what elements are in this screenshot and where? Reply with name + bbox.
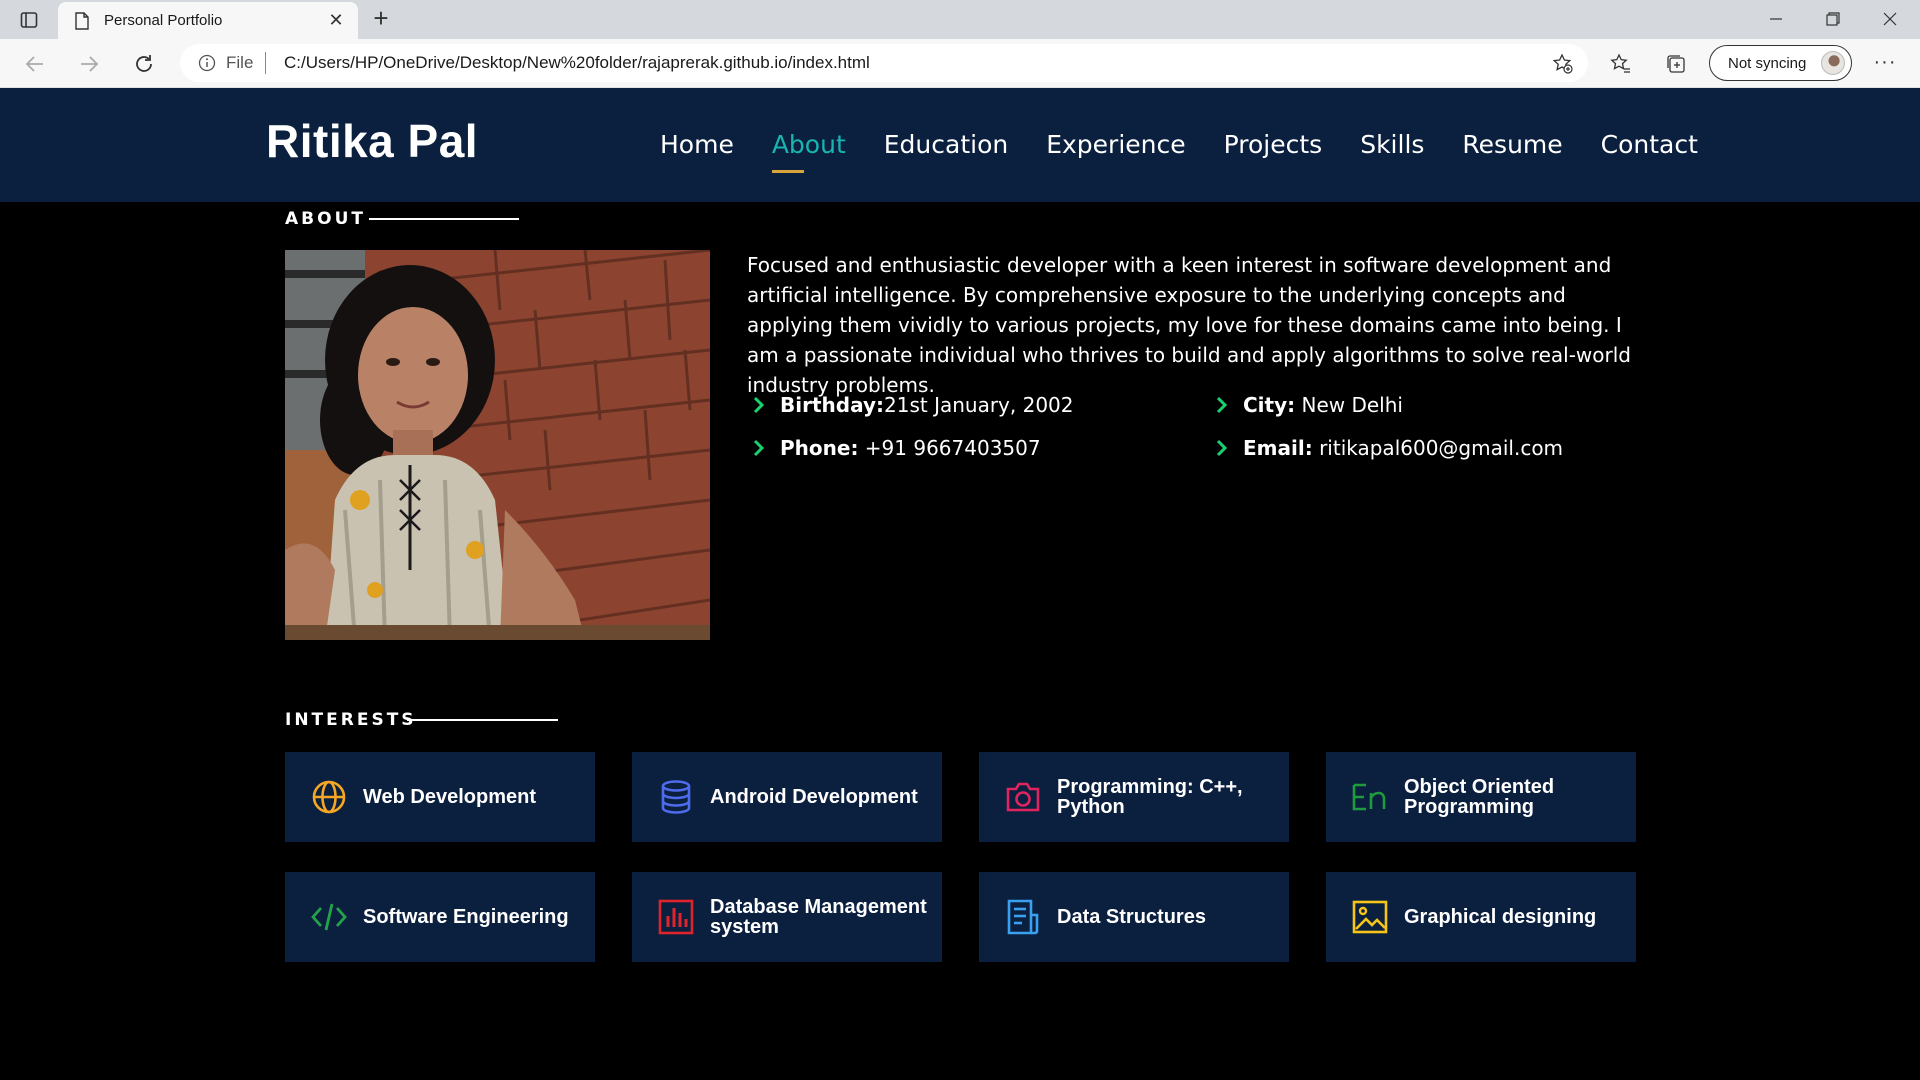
about-description: Focused and enthusiastic developer with …: [747, 253, 1631, 397]
sync-button[interactable]: Not syncing: [1709, 45, 1852, 81]
refresh-icon[interactable]: [131, 51, 157, 77]
city-label: City:: [1243, 393, 1296, 417]
interest-card-android-development[interactable]: Android Development: [632, 752, 942, 842]
close-tab-icon[interactable]: ✕: [326, 10, 346, 30]
interest-card-oop[interactable]: Object Oriented Programming: [1326, 752, 1636, 842]
interest-label: Object Oriented Programming: [1404, 776, 1555, 818]
image-icon: [1352, 900, 1388, 934]
phone-label: Phone:: [780, 436, 859, 460]
nav-skills[interactable]: Skills: [1360, 130, 1424, 159]
url-field[interactable]: File C:/Users/HP/OneDrive/Desktop/New%20…: [180, 44, 1588, 82]
chevron-right-icon: [753, 396, 765, 414]
back-arrow-icon[interactable]: [22, 51, 48, 77]
url-text[interactable]: C:/Users/HP/OneDrive/Desktop/New%20folde…: [284, 53, 870, 73]
email-info: Email: ritikapal600@gmail.com: [1215, 436, 1563, 460]
camera-icon: [1006, 782, 1040, 812]
interest-card-data-structures[interactable]: Data Structures: [979, 872, 1289, 962]
profile-photo: [285, 250, 710, 640]
document-icon: [1007, 899, 1039, 935]
sidebar-toggle-icon[interactable]: [18, 9, 40, 31]
address-bar: File C:/Users/HP/OneDrive/Desktop/New%20…: [0, 39, 1920, 88]
interest-label: Web Development: [363, 786, 536, 808]
city-value: New Delhi: [1295, 393, 1403, 417]
nav-experience[interactable]: Experience: [1046, 130, 1185, 159]
site-header: Ritika Pal Home About Education Experien…: [0, 88, 1920, 202]
minimize-button[interactable]: [1756, 6, 1796, 32]
tab-title: Personal Portfolio: [104, 12, 223, 29]
sync-label: Not syncing: [1728, 55, 1807, 72]
close-window-button[interactable]: [1870, 6, 1910, 32]
more-options-icon[interactable]: ···: [1872, 51, 1898, 77]
nav-resume[interactable]: Resume: [1462, 130, 1562, 159]
interests-title-line: [407, 719, 558, 721]
interest-label: Software Engineering: [363, 906, 569, 928]
about-title-line: [369, 218, 519, 220]
bar-chart-icon: [658, 899, 694, 935]
interest-label: Android Development: [710, 786, 918, 808]
interest-label: Database Management system: [710, 896, 927, 938]
birthday-value: 21st January, 2002: [884, 393, 1074, 417]
info-icon[interactable]: [198, 54, 216, 72]
nav-home[interactable]: Home: [660, 130, 734, 159]
restore-button[interactable]: [1813, 6, 1853, 32]
interest-card-dbms[interactable]: Database Management system: [632, 872, 942, 962]
url-divider: [265, 52, 266, 74]
site-logo[interactable]: Ritika Pal: [266, 114, 478, 168]
browser-tab[interactable]: Personal Portfolio ✕: [58, 2, 358, 39]
main-nav: Home About Education Experience Projects…: [660, 130, 1736, 173]
collections-icon[interactable]: [1663, 51, 1689, 77]
code-icon: [311, 903, 347, 931]
en-text-icon: [1352, 783, 1386, 811]
interest-card-programming[interactable]: Programming: C++, Python: [979, 752, 1289, 842]
interest-card-software-engineering[interactable]: Software Engineering: [285, 872, 595, 962]
nav-projects[interactable]: Projects: [1224, 130, 1323, 159]
url-scheme: File: [226, 53, 254, 72]
chevron-right-icon: [753, 439, 765, 457]
city-info: City: New Delhi: [1215, 393, 1403, 417]
interest-label: Data Structures: [1057, 906, 1206, 928]
interest-label: Graphical designing: [1404, 906, 1597, 928]
nav-contact[interactable]: Contact: [1601, 130, 1698, 159]
interests-section-title: INTERESTS: [285, 710, 417, 730]
interest-card-graphical-designing[interactable]: Graphical designing: [1326, 872, 1636, 962]
nav-about[interactable]: About: [771, 130, 846, 173]
globe-icon: [312, 780, 346, 814]
interest-card-web-development[interactable]: Web Development: [285, 752, 595, 842]
chevron-right-icon: [1216, 396, 1228, 414]
email-value[interactable]: ritikapal600@gmail.com: [1313, 436, 1563, 460]
nav-education[interactable]: Education: [884, 130, 1008, 159]
avatar: [1821, 51, 1845, 75]
birthday-info: Birthday: 21st January, 2002: [752, 393, 1074, 417]
database-icon: [661, 780, 691, 814]
page-icon: [74, 12, 90, 30]
forward-arrow-icon[interactable]: [76, 51, 102, 77]
birthday-label: Birthday:: [780, 393, 884, 417]
favorites-icon[interactable]: [1608, 51, 1634, 77]
add-favorite-icon[interactable]: [1552, 53, 1574, 75]
browser-tab-bar: Personal Portfolio ✕ +: [0, 0, 1920, 39]
new-tab-button[interactable]: +: [368, 5, 394, 32]
phone-value: +91 9667403507: [858, 436, 1041, 460]
chevron-right-icon: [1216, 439, 1228, 457]
interest-label: Programming: C++, Python: [1057, 776, 1243, 818]
about-section-title: ABOUT: [285, 209, 366, 229]
email-label: Email:: [1243, 436, 1313, 460]
phone-info: Phone: +91 9667403507: [752, 436, 1041, 460]
